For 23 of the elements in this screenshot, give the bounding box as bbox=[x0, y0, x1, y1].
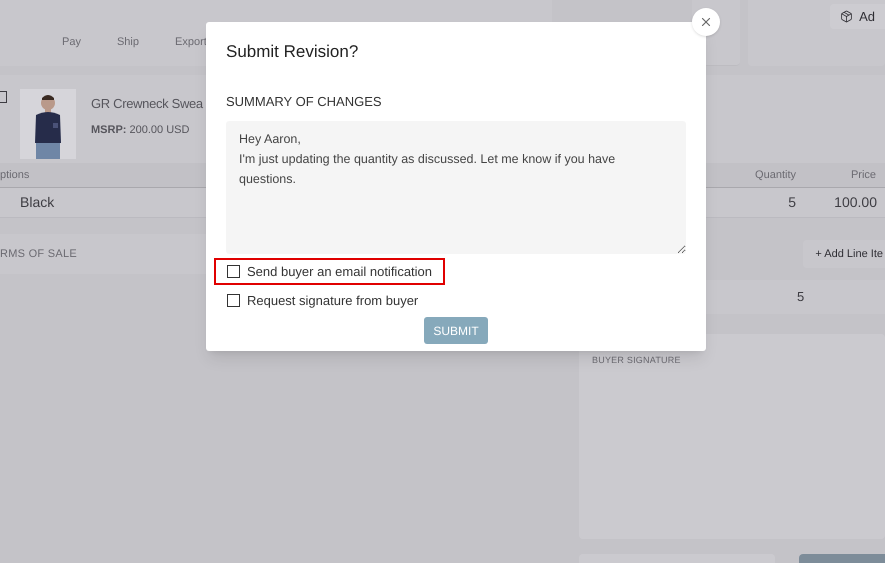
summary-field[interactable]: Hey Aaron, I'm just updating the quantity as discussed. Let me know if you have questions. bbox=[226, 121, 686, 254]
package-icon bbox=[840, 10, 854, 23]
table-cell-text: 100.00 bbox=[833, 193, 877, 212]
column-header: Quantity bbox=[754, 168, 796, 183]
product-name: GR Crewneck Swea bbox=[91, 95, 203, 113]
table-cell-text: 5 bbox=[787, 193, 796, 212]
checkbox-option[interactable]: Send buyer an email notification bbox=[214, 258, 446, 285]
table-cell: Black bbox=[20, 194, 54, 210]
checkbox[interactable] bbox=[227, 265, 240, 278]
add-line-item-button[interactable]: + Add Line Ite bbox=[803, 240, 885, 268]
section-heading: BUYER SIGNATURE bbox=[592, 355, 681, 365]
checkbox[interactable] bbox=[227, 294, 240, 307]
add-button[interactable]: Ad bbox=[830, 4, 885, 29]
dialog-title: Submit Revision? bbox=[226, 41, 360, 63]
field-label: SUMMARY OF CHANGES bbox=[226, 92, 383, 110]
product-msrp: MSRP: 200.00 USD bbox=[91, 122, 190, 138]
column-header: ptions bbox=[0, 168, 30, 181]
column-header: Price bbox=[850, 168, 876, 183]
total-quantity: 5 bbox=[797, 288, 804, 306]
section-heading: RMS OF SALE bbox=[0, 246, 77, 262]
checkbox-option[interactable]: Request signature from buyer bbox=[214, 287, 432, 314]
checkbox[interactable] bbox=[0, 91, 7, 103]
close-icon bbox=[699, 15, 713, 29]
